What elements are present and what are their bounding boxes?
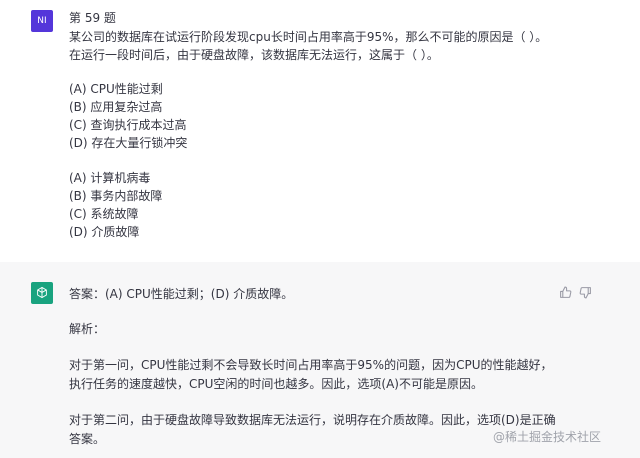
question-line-2: 在运行一段时间后，由于硬盘故障，该数据库无法运行，这属于（ ）。 [69,48,439,62]
thumbs-up-icon[interactable] [558,285,572,299]
question-number: 第 59 题 [69,11,116,25]
user-avatar: NI [31,10,53,32]
analysis-para1-line1: 对于第一问，CPU性能过剩不会导致长时间占用率高于95%的问题，因为CPU的性能… [69,358,553,372]
analysis-para1-line2: 执行任务的速度越快，CPU空闲的时间也越多。因此，选项(A)不可能是原因。 [69,377,483,391]
chat-page: NI 第 59 题 某公司的数据库在试运行阶段发现cpu长时间占用率高于95%，… [0,0,640,458]
analysis-para2-line2: 答案。 [69,432,106,446]
openai-logo-icon [31,282,53,304]
option-b-2: (B) 事务内部故障 [69,189,163,203]
option-d-1: (D) 存在大量行锁冲突 [69,136,188,150]
option-d-2: (D) 介质故障 [69,225,140,239]
option-c-1: (C) 查询执行成本过高 [69,118,187,132]
analysis-para2-line1: 对于第二问，由于硬盘故障导致数据库无法运行，说明存在介质故障。因此，选项(D)是… [69,413,556,427]
feedback-controls [558,285,592,299]
answer-summary: 答案：(A) CPU性能过剩；(D) 介质故障。 [69,287,294,301]
option-a-1: (A) CPU性能过剩 [69,82,163,96]
watermark: @稀土掘金技术社区 [493,430,602,444]
thumbs-down-icon[interactable] [578,285,592,299]
option-c-2: (C) 系统故障 [69,207,139,221]
question-line-1: 某公司的数据库在试运行阶段发现cpu长时间占用率高于95%，那么不可能的原因是（… [69,30,548,44]
option-b-1: (B) 应用复杂过高 [69,100,163,114]
analysis-label: 解析： [69,322,106,336]
option-a-2: (A) 计算机病毒 [69,171,151,185]
